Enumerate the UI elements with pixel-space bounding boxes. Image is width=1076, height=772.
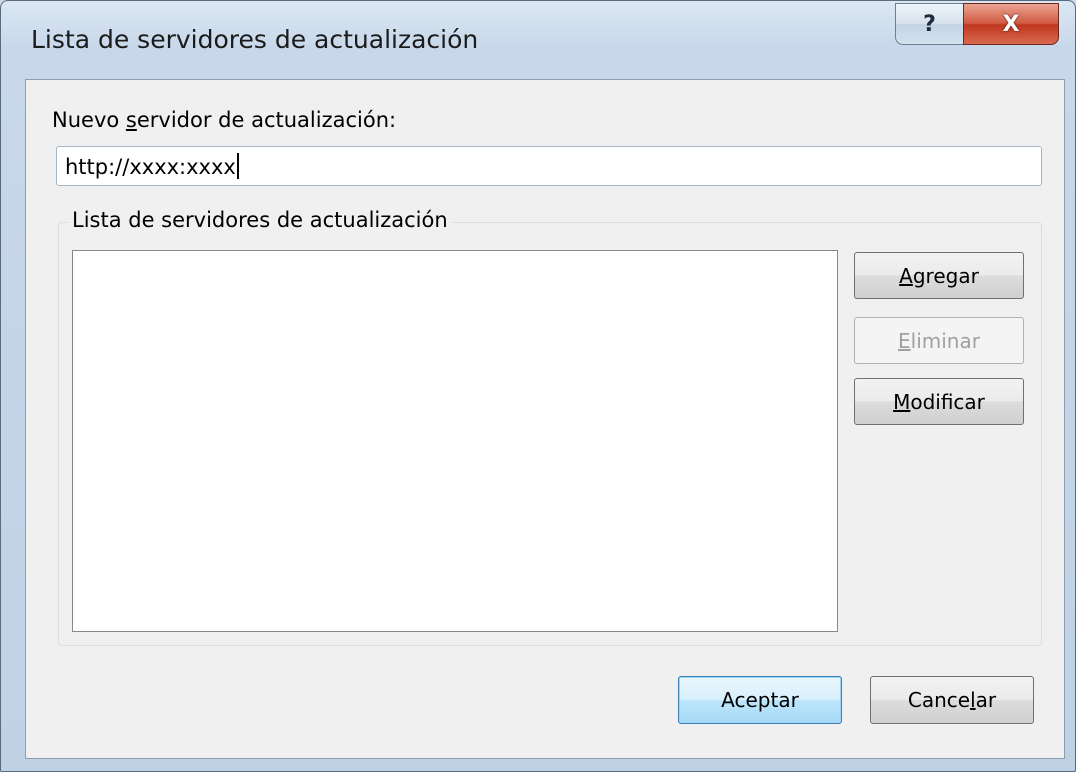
help-icon: ?	[923, 11, 936, 37]
dialog-window: Lista de servidores de actualización ? X…	[0, 0, 1076, 772]
help-button[interactable]: ?	[895, 3, 963, 45]
cancel-button[interactable]: Cance l ar	[870, 676, 1034, 724]
new-server-input[interactable]: http://xxxx:xxxx	[56, 146, 1042, 186]
server-listbox[interactable]	[72, 250, 838, 632]
add-button[interactable]: Agregar	[854, 252, 1024, 299]
ok-button[interactable]: Aceptar	[678, 676, 842, 724]
title-bar-buttons: ? X	[895, 3, 1059, 47]
dialog-body: Nuevo servidor de actualización: http://…	[25, 79, 1065, 759]
new-server-value: http://xxxx:xxxx	[65, 155, 236, 179]
server-list-group-title: Lista de servidores de actualización	[68, 208, 452, 232]
close-icon: X	[1002, 11, 1020, 37]
window-title: Lista de servidores de actualización	[31, 25, 479, 54]
modify-button[interactable]: Modificar	[854, 378, 1024, 425]
close-button[interactable]: X	[963, 3, 1059, 45]
new-server-label: Nuevo servidor de actualización:	[52, 108, 397, 132]
text-caret	[236, 153, 239, 179]
title-bar[interactable]: Lista de servidores de actualización ? X	[1, 1, 1075, 79]
remove-button[interactable]: Eliminar	[854, 317, 1024, 364]
